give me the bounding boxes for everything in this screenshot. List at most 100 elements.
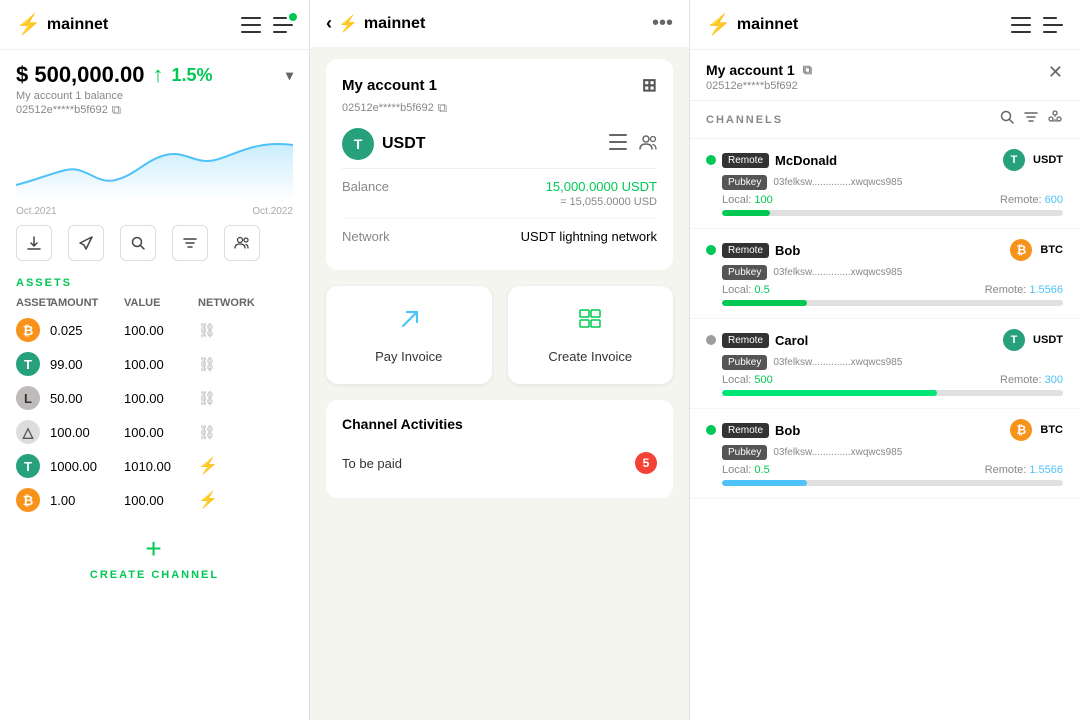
channel-list: Remote McDonald T USDT Pubkey 03felksw..… [690, 139, 1079, 719]
asset-row: △ 100.00 100.00 ⛓ [0, 415, 309, 449]
status-dot-inactive-carol [706, 335, 716, 345]
channel-item-mcdonald[interactable]: Remote McDonald T USDT Pubkey 03felksw..… [690, 139, 1079, 229]
remote-label-carol: Remote: 300 [1000, 374, 1063, 386]
balance-row: $ 500,000.00 ↑ 1.5% ▾ [16, 62, 293, 88]
filter-button[interactable] [172, 225, 208, 261]
more-options-icon[interactable]: ••• [652, 12, 673, 35]
usdt-token-icon: T [342, 128, 374, 160]
remote-label-mcdonald: Remote: 600 [1000, 194, 1063, 206]
channel-item-bob-2[interactable]: Remote Bob ₿ BTC Pubkey 03felksw........… [690, 409, 1079, 499]
left-brand-name: mainnet [47, 16, 108, 34]
chart-label-end: Oct.2022 [252, 206, 293, 217]
send-button[interactable] [68, 225, 104, 261]
balance-address: 02512e*****b5f692 ⧉ [16, 102, 293, 118]
chevron-down-icon[interactable]: ▾ [286, 67, 293, 84]
close-button[interactable]: ✕ [1048, 62, 1063, 83]
pay-invoice-label: Pay Invoice [375, 349, 442, 364]
asset-row: T 1000.00 1010.00 ⚡ [0, 449, 309, 483]
status-dot-active [706, 155, 716, 165]
link-icon-4: ⛓ [198, 424, 293, 441]
right-copy-icon[interactable]: ⧉ [803, 62, 812, 78]
token-label-carol: USDT [1033, 334, 1063, 346]
lightning-icon-2: ⚡ [198, 490, 293, 510]
token-action-icons [609, 134, 657, 155]
search-channels-icon[interactable] [999, 109, 1015, 130]
asset-amount-1: 0.025 [50, 323, 120, 338]
create-invoice-button[interactable]: Create Invoice [508, 286, 674, 384]
right-account-name: My account 1 ⧉ [706, 62, 812, 78]
left-panel: ⚡ mainnet $ 500,000.00 ↑ 1.5% ▾ My accou… [0, 0, 310, 720]
usdt-token-icon-mcdonald: T [1003, 149, 1025, 171]
channel-item-carol[interactable]: Remote Carol T USDT Pubkey 03felksw.....… [690, 319, 1079, 409]
local-label-mcdonald: Local: 100 [722, 194, 773, 206]
plus-icon: + [145, 533, 163, 565]
remote-label-bob-1: Remote: 1.5566 [985, 284, 1063, 296]
channel-balance-bob-1: Local: 0.5 Remote: 1.5566 [722, 284, 1063, 296]
create-channel-button[interactable]: + CREATE CHANNEL [0, 517, 309, 597]
asset-amount-4: 100.00 [50, 425, 120, 440]
address-text: 02512e*****b5f692 [16, 104, 108, 116]
remote-tag-carol: Remote [722, 333, 769, 348]
asset-value-4: 100.00 [124, 425, 194, 440]
middle-panel: ‹ ⚡ mainnet ••• My account 1 ⊞ 02512e***… [310, 0, 690, 720]
channel-item-top: Remote Carol T USDT [706, 329, 1063, 351]
link-icon-2: ⛓ [198, 356, 293, 373]
chart-labels: Oct.2021 Oct.2022 [0, 206, 309, 217]
qr-code-icon[interactable]: ⊞ [642, 75, 657, 96]
remote-tag: Remote [722, 153, 769, 168]
download-button[interactable] [16, 225, 52, 261]
asset-row: T 99.00 100.00 ⛓ [0, 347, 309, 381]
token-users-icon[interactable] [639, 134, 657, 155]
account-address-row: 02512e*****b5f692 ⧉ [342, 100, 657, 116]
copy-mid-icon[interactable]: ⧉ [438, 100, 447, 116]
asset-amount-3: 50.00 [50, 391, 120, 406]
channel-item-top: Remote Bob ₿ BTC [706, 239, 1063, 261]
token-label-bob-2: BTC [1040, 424, 1063, 436]
token-menu-icon[interactable] [609, 134, 627, 155]
up-arrow-icon: ↑ [152, 62, 163, 88]
progress-bar-bob-2 [722, 480, 1063, 486]
channel-item-bob-1[interactable]: Remote Bob ₿ BTC Pubkey 03felksw........… [690, 229, 1079, 319]
local-label-bob-1: Local: 0.5 [722, 284, 770, 296]
copy-address-icon[interactable]: ⧉ [112, 102, 121, 118]
remote-val-bob-1: 1.5566 [1029, 284, 1063, 296]
progress-bar-mcdonald [722, 210, 1063, 216]
asset-amount-5: 1000.00 [50, 459, 120, 474]
remote-val-bob-2: 1.5566 [1029, 464, 1063, 476]
progress-bar-bob-1 [722, 300, 1063, 306]
config-channels-icon[interactable] [1047, 109, 1063, 130]
asset-value-1: 100.00 [124, 323, 194, 338]
settings-icon[interactable] [273, 17, 293, 33]
menu-icon[interactable] [241, 17, 261, 33]
filter-channels-icon[interactable] [1023, 109, 1039, 130]
remote-val-mcdonald: 600 [1045, 194, 1063, 206]
asset-row: L 50.00 100.00 ⛓ [0, 381, 309, 415]
balance-usd: = 15,055.0000 USD [546, 196, 657, 208]
usdt-icon-2: T [16, 454, 40, 478]
channel-name-carol: Carol [775, 333, 997, 348]
progress-bar-carol [722, 390, 1063, 396]
back-button[interactable]: ‹ ⚡ mainnet [326, 13, 425, 34]
chart-label-start: Oct.2021 [16, 206, 57, 217]
balance-row: Balance 15,000.0000 USDT = 15,055.0000 U… [342, 169, 657, 219]
assets-section-title: ASSETS [0, 269, 309, 293]
channels-search-bar: CHANNELS [690, 100, 1079, 139]
progress-fill-carol [722, 390, 937, 396]
right-account-info: My account 1 ⧉ 02512e*****b5f692 ✕ [690, 50, 1079, 100]
asset-row: ₿ 0.025 100.00 ⛓ [0, 313, 309, 347]
right-settings-icon[interactable] [1043, 17, 1063, 33]
users-button[interactable] [224, 225, 260, 261]
mid-brand-name: mainnet [364, 15, 425, 33]
search-button[interactable] [120, 225, 156, 261]
lightning-icon-1: ⚡ [198, 456, 293, 476]
channel-balance-bob-2: Local: 0.5 Remote: 1.5566 [722, 464, 1063, 476]
local-label-bob-2: Local: 0.5 [722, 464, 770, 476]
btc-icon-2: ₿ [16, 488, 40, 512]
action-buttons [0, 217, 309, 269]
pay-invoice-button[interactable]: Pay Invoice [326, 286, 492, 384]
channel-balance-carol: Local: 500 Remote: 300 [722, 374, 1063, 386]
asset-value-3: 100.00 [124, 391, 194, 406]
right-menu-icon[interactable] [1011, 17, 1031, 33]
local-val-bob-1: 0.5 [754, 284, 769, 296]
balance-info-label: Balance [342, 179, 389, 194]
